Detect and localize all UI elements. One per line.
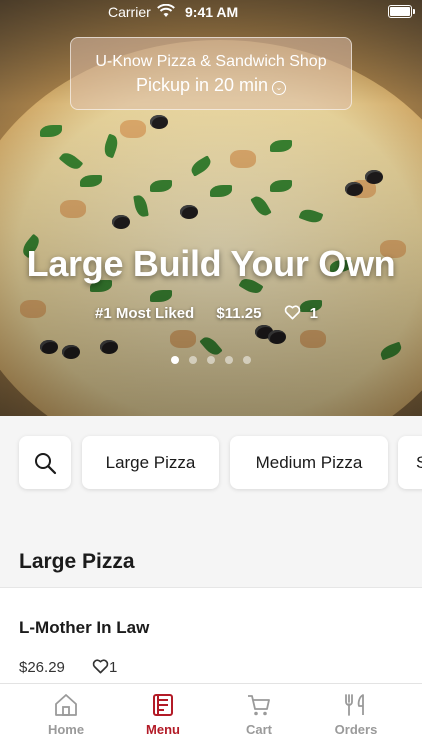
- featured-tag: #1 Most Liked: [95, 305, 195, 322]
- menu-icon: [153, 694, 173, 716]
- featured-item-title: Large Build Your Own: [26, 243, 396, 284]
- section-title: Large Pizza: [19, 550, 135, 573]
- tab-menu[interactable]: Menu: [115, 692, 211, 737]
- category-chip-large-pizza[interactable]: Large Pizza: [82, 436, 219, 489]
- pickup-time-selector[interactable]: Pickup in 20 min ⌄: [71, 75, 351, 96]
- carrier-label: Carrier: [108, 4, 151, 20]
- battery-icon: [388, 5, 415, 18]
- pickup-label: Pickup in 20 min: [135, 75, 269, 95]
- home-icon: [55, 694, 77, 716]
- heart-icon: [284, 305, 300, 320]
- carousel-dot[interactable]: [225, 356, 233, 364]
- carousel-dot[interactable]: [207, 356, 215, 364]
- search-icon: [35, 452, 57, 474]
- carousel-dot[interactable]: [189, 356, 197, 364]
- menu-item-likes: 1: [92, 659, 117, 676]
- menu-item-likes-count: 1: [109, 659, 118, 676]
- tab-bar[interactable]: Home Menu Cart Orders: [0, 683, 422, 750]
- tab-cart-label: Cart: [245, 722, 272, 737]
- menu-item-price: $26.29: [19, 659, 65, 676]
- tab-home-label: Home: [47, 722, 85, 737]
- wifi-icon: [157, 4, 175, 17]
- status-bar: Carrier 9:41 AM: [0, 0, 422, 24]
- category-chip-medium-pizza[interactable]: Medium Pizza: [230, 436, 388, 489]
- featured-likes-count: 1: [309, 305, 318, 322]
- carousel-dot[interactable]: [243, 356, 251, 364]
- clock: 9:41 AM: [185, 4, 239, 20]
- category-bar[interactable]: Large Pizza Medium Pizza S: [0, 416, 422, 514]
- featured-price: $11.25: [216, 305, 262, 322]
- carousel-dot[interactable]: [171, 356, 179, 364]
- menu-item[interactable]: L-Mother In Law $26.29 1: [0, 587, 422, 683]
- tab-menu-label: Menu: [146, 722, 180, 737]
- heart-icon: [92, 659, 109, 674]
- featured-item-meta: #1 Most Liked $11.25 1: [0, 305, 422, 322]
- cart-icon: [248, 695, 270, 716]
- featured-likes: 1: [284, 305, 327, 322]
- shop-name: U-Know Pizza & Sandwich Shop: [95, 53, 327, 70]
- chevron-down-icon: ⌄: [272, 81, 287, 95]
- tab-cart[interactable]: Cart: [211, 692, 307, 737]
- tab-orders[interactable]: Orders: [308, 692, 404, 737]
- menu-item-name: L-Mother In Law: [19, 618, 150, 637]
- orders-icon: [345, 694, 364, 716]
- hero-banner[interactable]: Carrier 9:41 AM U-Know Pizza & Sandwich …: [0, 0, 422, 416]
- tab-orders-label: Orders: [334, 722, 378, 737]
- category-chip-next[interactable]: S: [398, 436, 422, 489]
- search-button[interactable]: [19, 436, 71, 489]
- carousel-indicator[interactable]: [0, 351, 422, 369]
- shop-selector[interactable]: U-Know Pizza & Sandwich Shop Pickup in 2…: [70, 37, 352, 110]
- tab-home[interactable]: Home: [18, 692, 114, 737]
